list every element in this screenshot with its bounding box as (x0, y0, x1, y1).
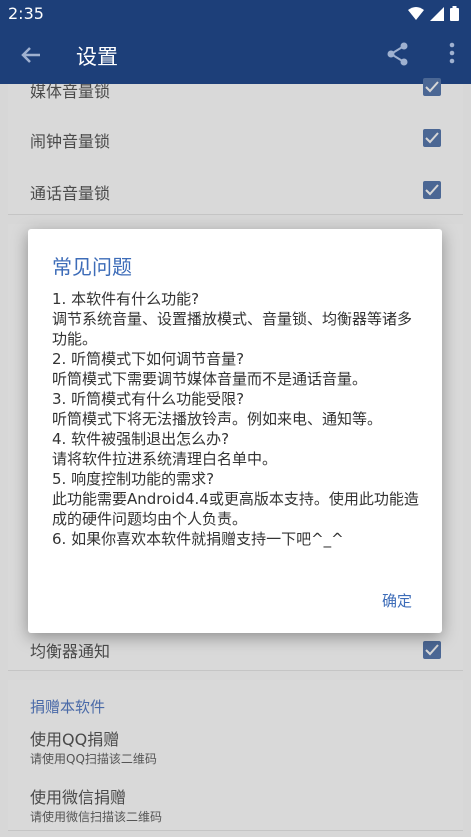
media-lock-checkbox[interactable] (423, 78, 441, 96)
equalizer-notify-checkbox[interactable] (423, 641, 441, 659)
app-bar: 设置 (0, 28, 471, 84)
donate-wechat-subtitle: 请使用微信扫描该二维码 (30, 810, 163, 824)
call-lock-checkbox[interactable] (423, 181, 441, 199)
donate-qq-title[interactable]: 使用QQ捐赠 (30, 726, 119, 750)
share-icon[interactable] (387, 42, 409, 70)
donate-card: 捐赠本软件 使用QQ捐赠 请使用QQ扫描该二维码 使用微信捐赠 请使用微信扫描该… (8, 680, 463, 831)
wifi-icon (408, 6, 424, 25)
status-time: 2:35 (8, 4, 44, 23)
dialog-title: 常见问题 (52, 255, 132, 279)
lock-card: 媒体音量锁 闹钟音量锁 通话音量锁 (8, 78, 463, 215)
status-bar: 2:35 (0, 0, 471, 28)
equalizer-notify-label: 均衡器通知 (30, 642, 111, 661)
confirm-button[interactable]: 确定 (382, 590, 412, 611)
faq-dialog: 常见问题 1. 本软件有什么功能? 调节系统音量、设置播放模式、音量锁、均衡器等… (28, 229, 442, 633)
system-icons (408, 6, 459, 25)
dialog-body: 1. 本软件有什么功能? 调节系统音量、设置播放模式、音量锁、均衡器等诸多功能。… (52, 290, 419, 548)
battery-icon (450, 6, 459, 25)
donate-section-title: 捐赠本软件 (30, 698, 106, 716)
page-title: 设置 (76, 45, 118, 69)
alarm-lock-checkbox[interactable] (423, 129, 441, 147)
donate-wechat-title[interactable]: 使用微信捐赠 (30, 784, 126, 808)
media-lock-label: 媒体音量锁 (30, 82, 111, 101)
more-options-icon[interactable] (449, 42, 455, 68)
back-arrow-icon[interactable] (18, 42, 44, 68)
alarm-lock-label: 闹钟音量锁 (30, 132, 111, 151)
signal-icon (430, 6, 444, 25)
call-lock-label: 通话音量锁 (30, 184, 111, 203)
donate-qq-subtitle: 请使用QQ扫描该二维码 (30, 752, 157, 766)
